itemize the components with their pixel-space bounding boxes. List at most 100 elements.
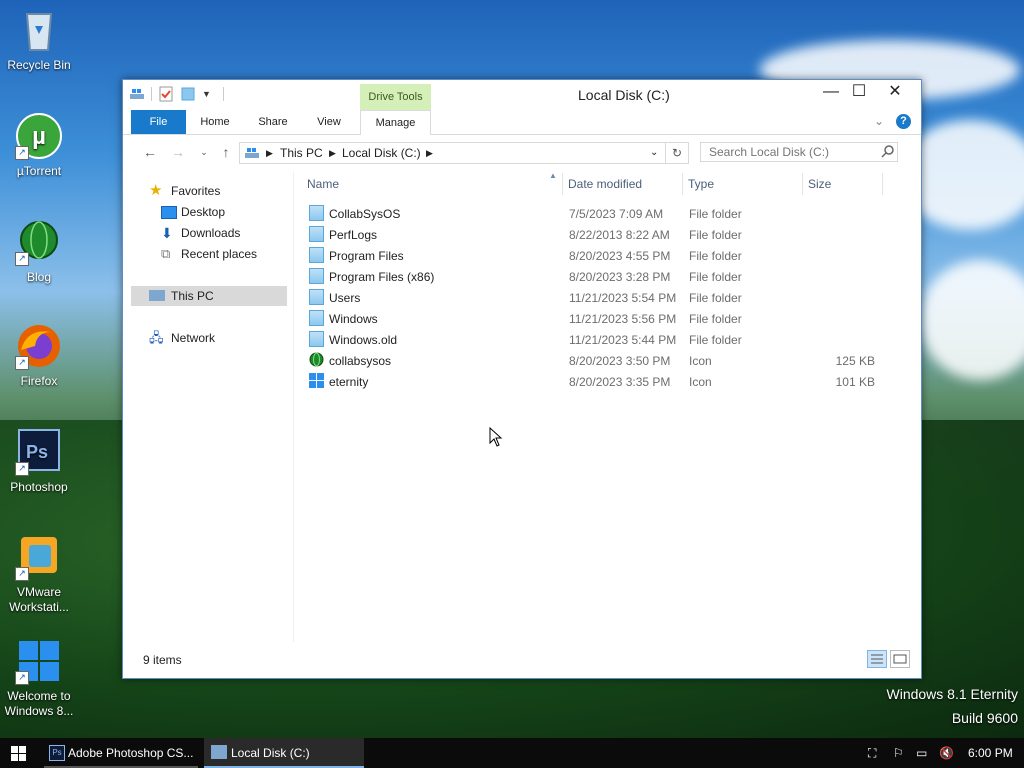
desktop-icon-photoshop[interactable]: Ps ↗ Photoshop — [2, 428, 76, 494]
file-row[interactable]: Windows.old 11/21/2023 5:44 PM File folder — [305, 329, 885, 350]
column-separator[interactable] — [562, 173, 563, 195]
tray-volume-muted-icon[interactable]: 🔇 — [939, 738, 954, 768]
navigation-bar: ← → ⌄ ↑ ▶ This PC ▶ Local Disk (C:) ▶ ⌄ … — [123, 135, 921, 169]
desktop-icon-blog[interactable]: ↗ Blog — [2, 218, 76, 284]
this-pc-icon — [245, 148, 259, 158]
file-name: Windows.old — [329, 333, 398, 347]
file-name: eternity — [329, 375, 369, 389]
refresh-button[interactable]: ↻ — [665, 142, 689, 164]
search-input[interactable] — [700, 142, 898, 162]
nav-recent-places[interactable]: ⧉ Recent places — [123, 244, 293, 264]
breadcrumb-this-pc[interactable]: This PC — [280, 146, 323, 160]
tab-view[interactable]: View — [307, 110, 351, 134]
breadcrumb-separator-icon[interactable]: ▶ — [426, 148, 433, 159]
search-icon[interactable] — [881, 144, 895, 158]
close-button[interactable]: ✕ — [877, 80, 913, 106]
file-row[interactable]: collabsysos 8/20/2023 3:50 PM Icon 125 KB — [305, 350, 885, 371]
nav-desktop[interactable]: Desktop — [123, 202, 293, 222]
desktop-icon-welcome[interactable]: ↗ Welcome to Windows 8... — [2, 637, 76, 719]
desktop-icon-label: Photoshop — [10, 480, 68, 494]
recent-places-icon: ⧉ — [161, 246, 171, 261]
globe-icon — [309, 352, 324, 368]
nav-this-pc[interactable]: This PC — [131, 286, 287, 306]
address-bar[interactable]: ▶ This PC ▶ Local Disk (C:) ▶ ⌄ — [239, 142, 689, 164]
file-row[interactable]: Program Files (x86) 8/20/2023 3:28 PM File… — [305, 266, 885, 287]
maximize-button[interactable]: ☐ — [841, 80, 877, 106]
file-row[interactable]: Users 11/21/2023 5:54 PM File folder — [305, 287, 885, 308]
desktop-icon-utorrent[interactable]: µ ↗ µTorrent — [2, 112, 76, 178]
file-type: File folder — [689, 249, 742, 263]
details-view-button[interactable] — [867, 650, 887, 668]
desktop-icon-label: Firefox — [20, 374, 58, 388]
folder-icon — [309, 289, 324, 305]
column-separator[interactable] — [882, 173, 883, 195]
breadcrumb-separator-icon[interactable]: ▶ — [329, 148, 336, 159]
file-row[interactable]: Program Files 8/20/2023 4:55 PM File folde… — [305, 245, 885, 266]
title-bar[interactable]: ▼ Drive Tools Local Disk (C:) — ☐ ✕ — [123, 80, 921, 111]
file-type: File folder — [689, 207, 742, 221]
forward-button[interactable]: → — [169, 143, 187, 161]
column-header-name[interactable]: Name — [307, 177, 339, 191]
tab-file[interactable]: File — [131, 110, 186, 134]
tray-action-center-flag-icon[interactable]: ⚐ — [893, 738, 904, 768]
large-icons-view-icon — [893, 654, 907, 664]
file-type: Icon — [689, 375, 712, 389]
file-date: 8/20/2023 3:50 PM — [569, 354, 671, 368]
tab-home[interactable]: Home — [193, 110, 237, 134]
blog-globe-icon: ↗ — [15, 218, 63, 266]
file-row[interactable]: PerfLogs 8/22/2013 8:22 AM File folder — [305, 224, 885, 245]
firefox-icon: ↗ — [15, 322, 63, 370]
column-headers: Name ▲ Date modified Type Size — [295, 171, 895, 195]
recent-locations-dropdown[interactable]: ⌄ — [195, 143, 213, 161]
windows-logo-icon: ↗ — [15, 637, 63, 685]
nav-favorites[interactable]: ★ Favorites — [123, 181, 293, 201]
separator — [151, 87, 152, 101]
nav-downloads[interactable]: ⬇ Downloads — [123, 223, 293, 243]
up-button[interactable]: ↑ — [217, 143, 235, 161]
properties-icon[interactable] — [158, 86, 174, 102]
svg-text:µ: µ — [32, 123, 46, 150]
expand-ribbon-chevron-icon[interactable]: ⌄ — [874, 114, 884, 128]
folder-icon — [309, 331, 324, 347]
column-header-type[interactable]: Type — [688, 177, 714, 191]
pane-divider[interactable] — [293, 172, 294, 642]
customize-qat-dropdown-icon[interactable]: ▼ — [202, 89, 211, 99]
new-folder-icon[interactable] — [180, 86, 196, 102]
clock[interactable]: 6:00 PM — [968, 738, 1013, 768]
tab-share[interactable]: Share — [251, 110, 295, 134]
tray-monitor-icon[interactable]: ▭ — [916, 738, 927, 768]
column-separator[interactable] — [802, 173, 803, 195]
file-row[interactable]: Windows 11/21/2023 5:56 PM File folder — [305, 308, 885, 329]
breadcrumb-separator-icon[interactable]: ▶ — [266, 148, 273, 159]
column-header-date[interactable]: Date modified — [568, 177, 642, 191]
desktop-icon-recycle-bin[interactable]: Recycle Bin — [2, 6, 76, 72]
windows-logo-icon — [309, 373, 324, 389]
nav-label: This PC — [171, 289, 214, 303]
file-type: File folder — [689, 333, 742, 347]
breadcrumb-local-disk[interactable]: Local Disk (C:) — [342, 146, 421, 160]
large-icons-view-button[interactable] — [890, 650, 910, 668]
explorer-window[interactable]: ▼ Drive Tools Local Disk (C:) — ☐ ✕ File… — [122, 79, 922, 679]
tab-manage[interactable]: Manage — [360, 110, 431, 135]
drive-icon[interactable] — [129, 86, 145, 102]
utorrent-icon: µ ↗ — [15, 112, 63, 160]
file-name: PerfLogs — [329, 228, 378, 242]
star-icon: ★ — [149, 182, 163, 199]
desktop-icon-label: µTorrent — [16, 164, 62, 178]
column-header-size[interactable]: Size — [808, 177, 831, 191]
address-dropdown-icon[interactable]: ⌄ — [650, 147, 658, 158]
file-row[interactable]: CollabSysOS 7/5/2023 7:09 AM File folder — [305, 203, 885, 224]
tray-network-icon[interactable]: ⛶ — [868, 738, 876, 768]
taskbar-item-photoshop[interactable]: Ps Adobe Photoshop CS... — [44, 738, 198, 768]
back-button[interactable]: ← — [141, 143, 159, 161]
nav-network[interactable]: 🖧 Network — [123, 328, 293, 348]
file-row[interactable]: eternity 8/20/2023 3:35 PM Icon 101 KB — [305, 371, 885, 392]
taskbar-item-explorer[interactable]: Local Disk (C:) — [204, 738, 364, 768]
help-icon[interactable]: ? — [896, 114, 911, 129]
column-separator[interactable] — [682, 173, 683, 195]
nav-label: Recent places — [181, 247, 258, 261]
start-button[interactable] — [0, 738, 38, 768]
desktop-icon-vmware[interactable]: ↗ VMware Workstati... — [2, 533, 76, 615]
file-name: Windows — [329, 312, 378, 326]
desktop-icon-firefox[interactable]: ↗ Firefox — [2, 322, 76, 388]
